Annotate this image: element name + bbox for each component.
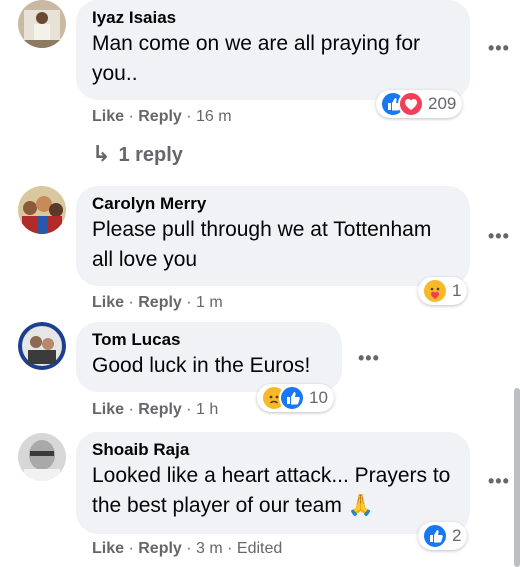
- reaction-count: 209: [428, 94, 457, 113]
- separator: ·: [181, 294, 197, 311]
- comment-bubble: Tom Lucas Good luck in the Euros!: [76, 322, 342, 392]
- more-options-icon[interactable]: •••: [358, 348, 380, 369]
- timestamp[interactable]: 16 m: [196, 108, 232, 125]
- scrollbar[interactable]: [514, 388, 520, 567]
- like-icon: [422, 523, 448, 549]
- more-options-icon[interactable]: •••: [488, 226, 510, 247]
- reaction-count: 10: [309, 388, 328, 407]
- separator: ·: [222, 540, 237, 557]
- separator: ·: [181, 108, 197, 125]
- reaction-count: 2: [452, 526, 462, 545]
- avatar[interactable]: [18, 0, 66, 48]
- view-replies-link[interactable]: ↳ 1 reply: [92, 141, 183, 167]
- reply-link[interactable]: Reply: [138, 108, 182, 125]
- replies-count: 1 reply: [118, 144, 183, 166]
- reply-link[interactable]: Reply: [138, 540, 182, 557]
- comment-author[interactable]: Shoaib Raja: [92, 439, 454, 461]
- separator: ·: [124, 108, 139, 125]
- care-icon: [422, 278, 448, 304]
- like-link[interactable]: Like: [92, 540, 124, 557]
- comment-text: Looked like a heart attack... Prayers to…: [92, 464, 451, 517]
- separator: ·: [181, 540, 197, 557]
- comment-actions: Like · Reply · 1 h: [92, 401, 218, 419]
- reply-link[interactable]: Reply: [138, 294, 182, 311]
- comment-actions: Like · Reply · 16 m: [92, 108, 232, 126]
- timestamp[interactable]: 1 h: [196, 401, 218, 418]
- comment-bubble: Carolyn Merry Please pull through we at …: [76, 186, 470, 286]
- separator: ·: [124, 294, 139, 311]
- love-icon: [398, 91, 424, 117]
- timestamp[interactable]: 1 m: [196, 294, 223, 311]
- reply-link[interactable]: Reply: [138, 401, 182, 418]
- comment-bubble: Shoaib Raja Looked like a heart attack..…: [76, 432, 470, 534]
- reaction-summary[interactable]: 1: [418, 277, 468, 305]
- avatar[interactable]: [18, 322, 66, 370]
- more-options-icon[interactable]: •••: [488, 471, 510, 492]
- avatar[interactable]: [18, 186, 66, 234]
- comment-author[interactable]: Iyaz Isaias: [92, 7, 454, 29]
- more-options-icon[interactable]: •••: [488, 38, 510, 59]
- comment-actions: Like · Reply · 1 m: [92, 294, 223, 312]
- reaction-summary[interactable]: 10: [257, 384, 334, 412]
- reaction-count: 1: [452, 281, 462, 300]
- timestamp[interactable]: 3 m: [196, 540, 223, 557]
- like-icon: [279, 385, 305, 411]
- like-link[interactable]: Like: [92, 108, 124, 125]
- comment-author[interactable]: Carolyn Merry: [92, 193, 454, 215]
- separator: ·: [181, 401, 197, 418]
- reply-arrow-icon: ↳: [92, 141, 111, 166]
- comment-actions: Like · Reply · 3 m · Edited: [92, 540, 282, 558]
- comment-text: Please pull through we at Tottenham all …: [92, 218, 432, 271]
- reaction-summary[interactable]: 2: [418, 522, 468, 550]
- avatar[interactable]: [18, 433, 66, 481]
- edited-label: Edited: [236, 540, 283, 557]
- separator: ·: [124, 540, 139, 557]
- reaction-summary[interactable]: 209: [376, 90, 463, 118]
- separator: ·: [124, 401, 139, 418]
- comment-text: Man come on we are all praying for you..: [92, 32, 420, 85]
- comment-bubble: Iyaz Isaias Man come on we are all prayi…: [76, 0, 470, 100]
- like-link[interactable]: Like: [92, 294, 124, 311]
- like-link[interactable]: Like: [92, 401, 124, 418]
- comment-author[interactable]: Tom Lucas: [92, 329, 326, 351]
- comment-text: Good luck in the Euros!: [92, 354, 311, 377]
